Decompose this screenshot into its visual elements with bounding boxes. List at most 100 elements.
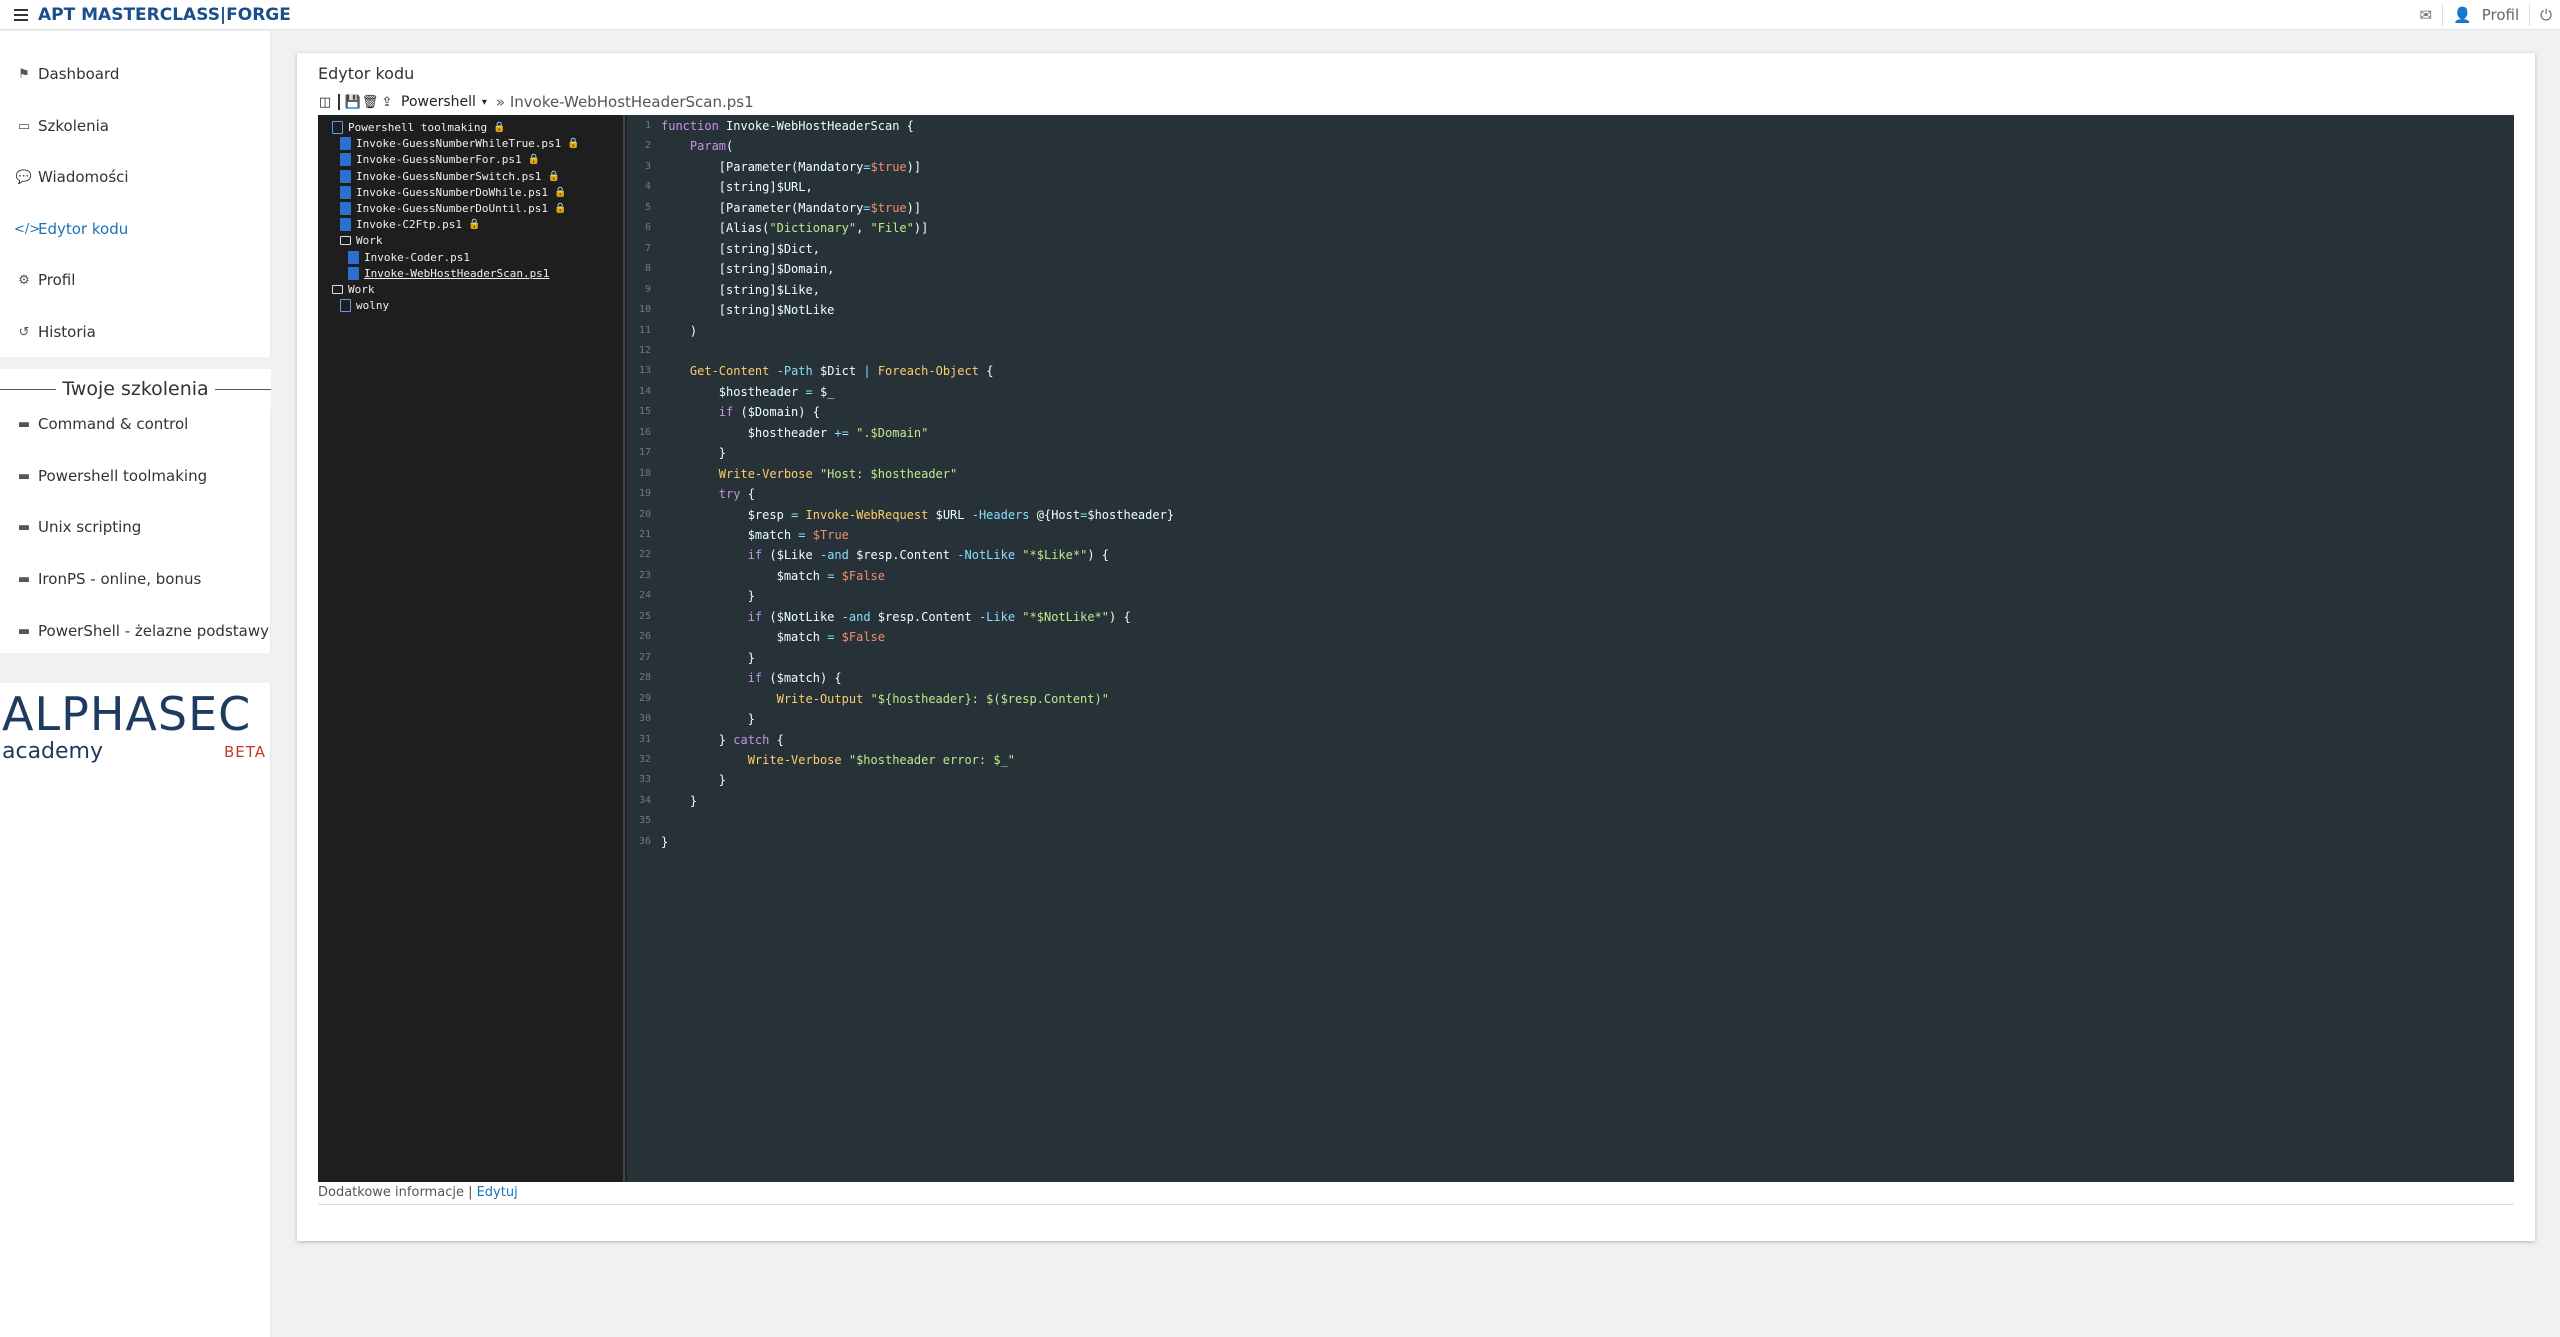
- code-line[interactable]: [string]$NotLike: [661, 300, 835, 320]
- language-select[interactable]: Powershell ▾: [401, 94, 487, 110]
- sidebar-item-dashboard[interactable]: ⚑ Dashboard: [0, 61, 271, 87]
- tree-item[interactable]: Invoke-WebHostHeaderScan.ps1: [348, 266, 549, 281]
- code-line[interactable]: [Parameter(Mandatory=$true)]: [661, 198, 921, 218]
- code-line[interactable]: $hostheader += ".$Domain": [661, 423, 929, 443]
- line-number: 8: [644, 263, 651, 275]
- line-number: 27: [638, 651, 651, 663]
- code-line[interactable]: Write-Verbose "Host: $hostheader": [661, 464, 957, 484]
- code-line[interactable]: Write-Output "${hostheader}: $($resp.Con…: [661, 689, 1109, 709]
- training-item-ironps[interactable]: ▬ IronPS - online, bonus: [0, 566, 271, 592]
- edit-link[interactable]: Edytuj: [477, 1185, 518, 1200]
- code-line[interactable]: }: [661, 709, 755, 729]
- line-number: 5: [644, 201, 651, 213]
- code-line[interactable]: }: [661, 648, 755, 668]
- flag-icon: ⚑: [18, 66, 30, 82]
- book-icon: ▬: [17, 416, 31, 432]
- code-line[interactable]: function Invoke-WebHostHeaderScan {: [661, 116, 914, 136]
- share-icon[interactable]: ⇪: [380, 95, 394, 110]
- line-number: 18: [638, 467, 651, 479]
- code-line[interactable]: $match = $True: [661, 525, 849, 545]
- sidebar-item-wiadomosci[interactable]: 💬 Wiadomości: [0, 164, 271, 190]
- code-line[interactable]: }: [661, 586, 755, 606]
- beta-badge: BETA: [224, 743, 267, 761]
- tree-item[interactable]: Invoke-Coder.ps1: [348, 250, 470, 265]
- code-line[interactable]: if ($Domain) {: [661, 402, 820, 422]
- tree-item[interactable]: Invoke-GuessNumberSwitch.ps1 🔒: [340, 169, 560, 184]
- line-number: 24: [638, 590, 651, 602]
- tree-item[interactable]: wolny: [340, 298, 389, 313]
- file-icon: [332, 121, 343, 134]
- code-line[interactable]: [string]$Dict,: [661, 239, 820, 259]
- divider: [2442, 4, 2444, 26]
- power-icon[interactable]: ⏻: [2540, 6, 2552, 24]
- lock-icon: 🔒: [554, 186, 567, 198]
- tree-item[interactable]: Powershell toolmaking 🔒: [332, 120, 506, 135]
- code-line[interactable]: }: [661, 443, 726, 463]
- code-line[interactable]: $match = $False: [661, 627, 885, 647]
- code-line[interactable]: }: [661, 770, 726, 790]
- code-line[interactable]: if ($Like -and $resp.Content -NotLike "*…: [661, 545, 1109, 565]
- tree-item[interactable]: Invoke-GuessNumberFor.ps1 🔒: [340, 152, 540, 167]
- hamburger-menu-icon[interactable]: [14, 9, 28, 21]
- code-line[interactable]: [string]$Like,: [661, 280, 820, 300]
- sidebar-item-szkolenia[interactable]: ▭ Szkolenia: [0, 113, 271, 139]
- sidebar-item-historia[interactable]: ↺ Historia: [0, 319, 271, 345]
- code-line[interactable]: [string]$Domain,: [661, 259, 835, 279]
- training-item-unix-scripting[interactable]: ▬ Unix scripting: [0, 514, 271, 540]
- history-icon: ↺: [18, 324, 30, 340]
- code-line[interactable]: $match = $False: [661, 566, 885, 586]
- powershell-file-icon: [340, 202, 351, 215]
- ide-area: Powershell toolmaking 🔒 Invoke-GuessNumber…: [318, 115, 2514, 1182]
- code-line[interactable]: $resp = Invoke-WebRequest $URL -Headers …: [661, 505, 1174, 525]
- user-icon[interactable]: 👤: [2453, 6, 2472, 24]
- page-title: Edytor kodu: [318, 64, 415, 83]
- code-line[interactable]: Param(: [661, 136, 733, 156]
- lock-icon: 🔒: [493, 122, 506, 133]
- code-line[interactable]: }: [661, 832, 668, 852]
- sidebar-item-edytor-kodu[interactable]: </> Edytor kodu: [0, 216, 271, 242]
- sidebar-item-label: Profil: [38, 271, 76, 289]
- tree-item[interactable]: Work: [332, 282, 375, 297]
- brand[interactable]: APT MASTERCLASS|FORGE: [14, 4, 291, 26]
- code-line[interactable]: try {: [661, 484, 755, 504]
- tree-item[interactable]: Invoke-GuessNumberDoWhile.ps1 🔒: [340, 185, 567, 200]
- tree-item[interactable]: Work: [340, 233, 383, 248]
- profile-link[interactable]: Profil: [2482, 6, 2519, 24]
- file-tree: Powershell toolmaking 🔒 Invoke-GuessNumber…: [318, 115, 625, 1182]
- delete-icon[interactable]: 🗑: [362, 95, 379, 110]
- code-line[interactable]: [Parameter(Mandatory=$true)]: [661, 157, 921, 177]
- code-line[interactable]: } catch {: [661, 730, 784, 750]
- tree-item-label: Invoke-GuessNumberFor.ps1: [356, 153, 522, 167]
- code-line[interactable]: if ($match) {: [661, 668, 842, 688]
- line-number: 9: [644, 283, 651, 295]
- tree-item[interactable]: Invoke-C2Ftp.ps1 🔒: [340, 217, 480, 232]
- code-line[interactable]: Write-Verbose "$hostheader error: $_": [661, 750, 1015, 770]
- mail-icon[interactable]: ✉: [2419, 6, 2432, 24]
- line-number: 2: [644, 140, 651, 152]
- code-line[interactable]: [Alias("Dictionary", "File")]: [661, 218, 929, 238]
- line-number: 31: [638, 733, 651, 745]
- training-item-powershell-podstawy[interactable]: ▬ PowerShell - żelazne podstawy: [0, 618, 271, 644]
- sidebar-item-profil[interactable]: ⚙ Profil: [0, 267, 271, 293]
- code-line[interactable]: if ($NotLike -and $resp.Content -Like "*…: [661, 607, 1131, 627]
- save-icon[interactable]: 💾: [345, 95, 361, 110]
- divider: [2529, 4, 2531, 26]
- toggle-sidebar-icon[interactable]: ◫: [318, 95, 332, 110]
- tree-item[interactable]: Invoke-GuessNumberWhileTrue.ps1 🔒: [340, 136, 580, 151]
- code-line[interactable]: [string]$URL,: [661, 177, 813, 197]
- tree-item[interactable]: Invoke-GuessNumberDoUntil.ps1 🔒: [340, 201, 567, 216]
- line-number: 1: [644, 120, 651, 131]
- training-item-powershell-toolmaking[interactable]: ▬ Powershell toolmaking: [0, 463, 271, 489]
- line-number: 12: [638, 344, 651, 356]
- code-editor[interactable]: 1 2 3 4 5 6 7 8 9 10 11 12 13 14 15 16 17 18 19 20 21 22 23 24 2…: [627, 115, 2514, 1182]
- training-item-command-control[interactable]: ▬ Command & control: [0, 411, 271, 437]
- code-line[interactable]: }: [661, 791, 697, 811]
- line-number: 15: [638, 406, 651, 418]
- book-icon: ▬: [17, 571, 31, 587]
- code-line[interactable]: Get-Content -Path $Dict | Foreach-Object…: [661, 361, 994, 381]
- code-line[interactable]: ): [661, 321, 697, 341]
- code-line[interactable]: $hostheader = $_: [661, 382, 835, 402]
- brand-title[interactable]: APT MASTERCLASS|FORGE: [38, 5, 291, 25]
- sidebar-item-label: Dashboard: [38, 65, 120, 83]
- alphasec-logo: ALPHASEC academy BETA: [0, 683, 271, 783]
